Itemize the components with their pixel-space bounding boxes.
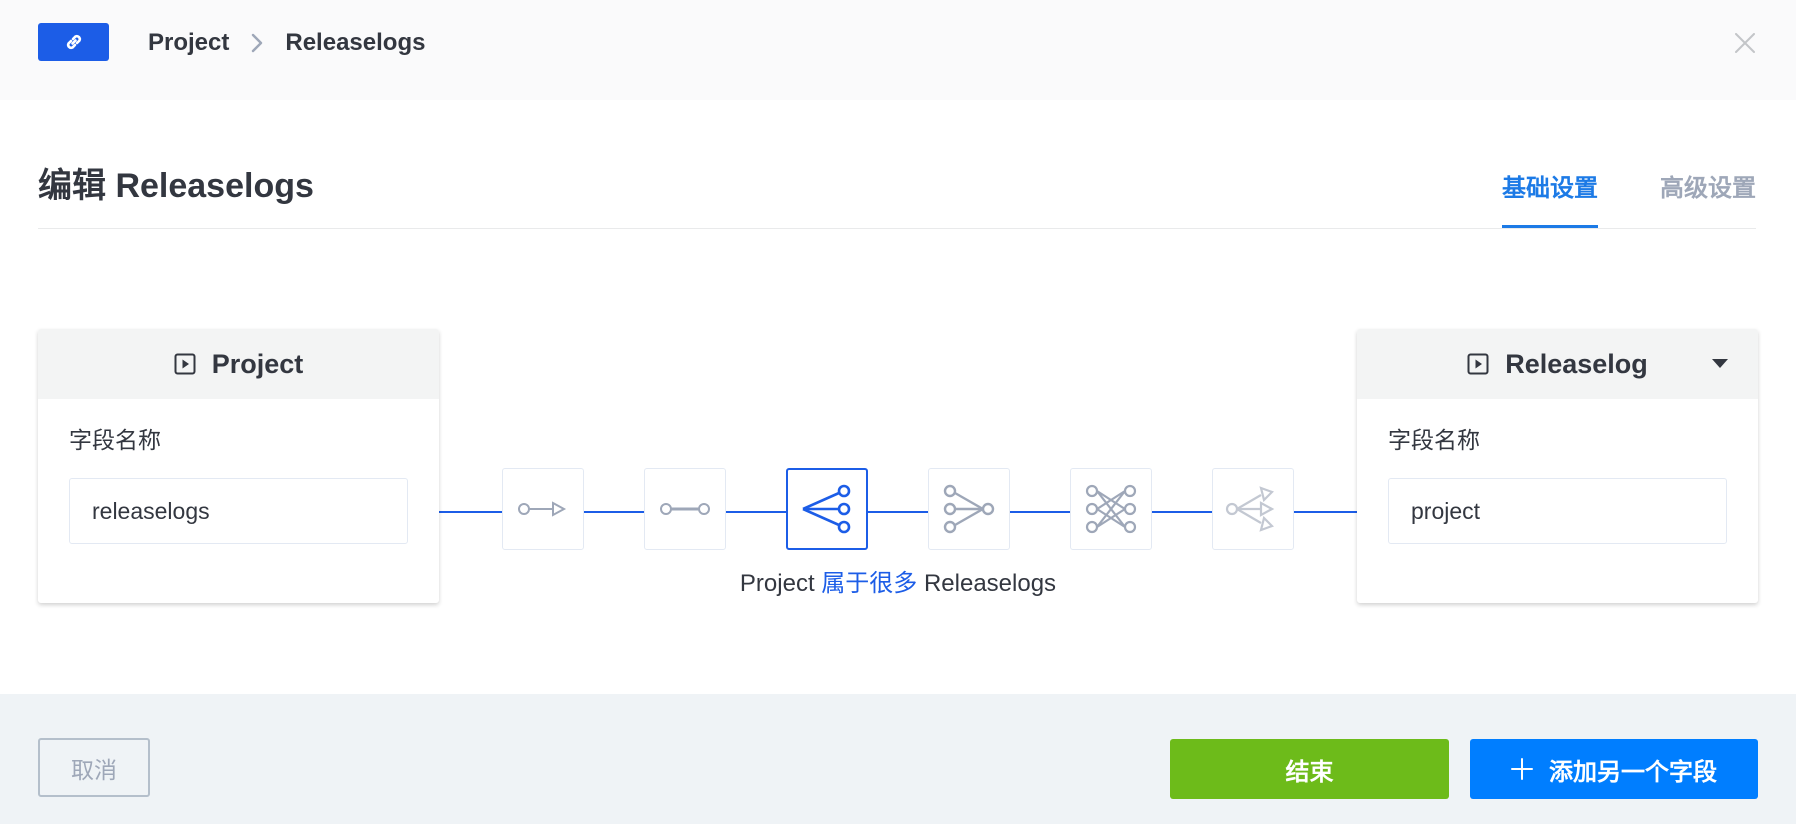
finish-button[interactable]: 结束 bbox=[1170, 739, 1449, 799]
relation-one-to-many-button[interactable] bbox=[786, 468, 868, 550]
relation-one-to-one-button[interactable] bbox=[644, 468, 726, 550]
right-model-card: Releaselog 字段名称 bbox=[1357, 329, 1758, 603]
add-another-field-button[interactable]: 添加另一个字段 bbox=[1470, 739, 1758, 799]
modal-header: Project Releaselogs bbox=[0, 0, 1796, 100]
right-model-name: Releaselog bbox=[1505, 348, 1648, 379]
add-another-field-label: 添加另一个字段 bbox=[1549, 758, 1717, 786]
tab-advanced-settings[interactable]: 高级设置 bbox=[1660, 168, 1756, 228]
relation-one-to-one-icon bbox=[660, 503, 710, 515]
title-divider bbox=[38, 228, 1756, 229]
close-button[interactable] bbox=[1728, 26, 1762, 60]
right-field-name-input[interactable] bbox=[1388, 478, 1727, 544]
tab-basic-settings[interactable]: 基础设置 bbox=[1502, 168, 1598, 228]
left-model-card: Project 字段名称 bbox=[38, 329, 439, 603]
play-square-icon bbox=[174, 353, 196, 375]
relation-many-way-icon bbox=[1225, 486, 1275, 532]
relation-caption-type: 属于很多 bbox=[821, 570, 918, 597]
relation-caption-left: Project bbox=[739, 570, 815, 597]
close-icon bbox=[1735, 33, 1755, 53]
relation-caption-right: Releaselogs bbox=[923, 570, 1057, 597]
breadcrumb: Project Releaselogs bbox=[148, 24, 425, 62]
cancel-button[interactable]: 取消 bbox=[38, 738, 150, 797]
relation-many-to-many-icon bbox=[1085, 484, 1137, 534]
play-square-icon bbox=[1467, 353, 1489, 375]
relation-many-to-one-icon bbox=[943, 484, 995, 534]
right-model-header[interactable]: Releaselog bbox=[1357, 329, 1758, 399]
left-model-header: Project bbox=[38, 329, 439, 399]
left-field-label: 字段名称 bbox=[69, 427, 161, 453]
right-field-label: 字段名称 bbox=[1388, 427, 1480, 453]
relation-one-way-icon bbox=[518, 501, 567, 517]
link-icon bbox=[66, 34, 81, 50]
relation-badge bbox=[38, 23, 109, 61]
caret-down-icon[interactable] bbox=[1712, 329, 1728, 399]
relation-many-to-many-button[interactable] bbox=[1070, 468, 1152, 550]
settings-tabs: 基础设置 高级设置 bbox=[1502, 168, 1756, 228]
relation-description: Project 属于很多 Releaselogs bbox=[546, 563, 1250, 598]
relation-many-way-button[interactable] bbox=[1212, 468, 1294, 550]
chevron-right-icon bbox=[251, 33, 263, 53]
page-title: 编辑 Releaselogs bbox=[38, 167, 314, 205]
relation-one-to-many-icon bbox=[802, 484, 851, 534]
left-field-name-input[interactable] bbox=[69, 478, 408, 544]
left-model-name: Project bbox=[211, 348, 304, 379]
breadcrumb-item-project[interactable]: Project bbox=[148, 29, 229, 57]
relation-many-to-one-button[interactable] bbox=[928, 468, 1010, 550]
relation-one-way-button[interactable] bbox=[502, 468, 584, 550]
plus-icon bbox=[1511, 758, 1533, 780]
breadcrumb-item-releaselogs: Releaselogs bbox=[285, 29, 426, 56]
